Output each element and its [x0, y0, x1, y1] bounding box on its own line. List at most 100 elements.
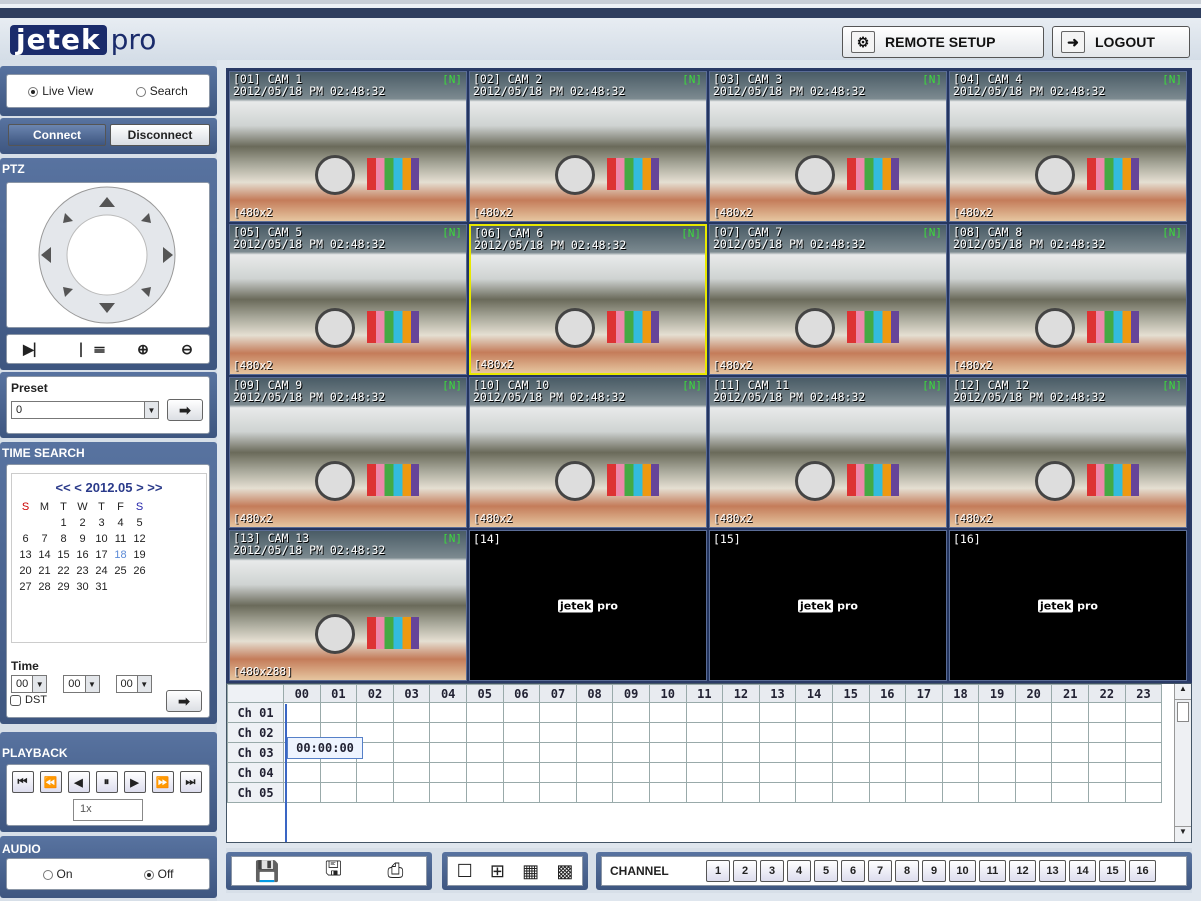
hour-select[interactable]: 00 ▼ [11, 675, 48, 693]
channel-button-16[interactable]: 16 [1129, 860, 1156, 882]
live-view-radio[interactable]: Live View [28, 84, 93, 98]
calendar-day[interactable]: 2 [73, 517, 92, 529]
layout-4-icon[interactable]: ⊞ [490, 861, 505, 882]
timeline-cell[interactable] [1051, 742, 1090, 763]
empty-camera-tile[interactable]: [15] jetek pro [709, 530, 947, 681]
timeline-cell[interactable] [612, 762, 650, 783]
timeline-cell[interactable] [1014, 782, 1053, 803]
channel-button-1[interactable]: 1 [706, 860, 730, 882]
timeline-cell[interactable] [978, 762, 1016, 783]
calendar-day[interactable]: 25 [111, 565, 130, 577]
timeline-cell[interactable] [502, 742, 541, 763]
dst-checkbox[interactable]: DST [10, 694, 47, 706]
timeline-cell[interactable] [758, 722, 797, 743]
timeline[interactable]: 00 01 02 03 04 05 06 07 08 09 10 11 12 13 14 15 16 17 18 19… [226, 683, 1192, 843]
empty-camera-tile[interactable]: [14] jetek pro [469, 530, 707, 681]
calendar-day[interactable]: 5 [130, 517, 149, 529]
channel-button-14[interactable]: 14 [1069, 860, 1096, 882]
camera-tile[interactable]: [03] CAM 3 2012/05/18 PM 02:48:32 [N] [480x… [709, 71, 947, 222]
timeline-cell[interactable] [392, 782, 431, 803]
timeline-cell[interactable] [978, 702, 1016, 723]
channel-button-11[interactable]: 11 [979, 860, 1006, 882]
timeline-cell[interactable] [356, 762, 394, 783]
timeline-cell[interactable] [1088, 722, 1126, 743]
timeline-cell[interactable] [392, 722, 431, 743]
timeline-cell[interactable] [575, 782, 614, 803]
timeline-cell[interactable] [795, 742, 833, 763]
camera-tile[interactable]: [12] CAM 12 2012/05/18 PM 02:48:32 [N] [480… [949, 377, 1187, 528]
camera-tile[interactable]: [10] CAM 10 2012/05/18 PM 02:48:32 [N] [480… [469, 377, 707, 528]
timeline-cursor-line[interactable] [285, 704, 287, 842]
calendar-day[interactable]: 15 [54, 549, 73, 561]
timeline-cell[interactable] [941, 702, 980, 723]
save-as-icon[interactable]: 🖫 [325, 854, 342, 888]
scroll-down-icon[interactable]: ▼ [1175, 826, 1191, 842]
timeline-cell[interactable] [502, 762, 541, 783]
timeline-cell[interactable] [1124, 742, 1163, 763]
calendar-day[interactable]: 17 [92, 549, 111, 561]
rewind-icon[interactable]: ⏪ [39, 771, 62, 793]
timeline-cell[interactable] [392, 702, 431, 723]
timeline-cell[interactable] [722, 722, 760, 743]
timeline-cell[interactable] [978, 742, 1016, 763]
print-icon[interactable]: ⎙ [387, 860, 403, 883]
pause-icon[interactable]: ⏸ [95, 771, 118, 793]
channel-button-2[interactable]: 2 [733, 860, 757, 882]
timeline-cell[interactable] [1088, 742, 1126, 763]
timeline-cell[interactable] [868, 762, 907, 783]
timeline-cell[interactable] [429, 722, 467, 743]
timeline-cell[interactable] [758, 782, 797, 803]
timeline-cell[interactable] [905, 762, 943, 783]
timeline-cell[interactable] [978, 722, 1016, 743]
scroll-up-icon[interactable]: ▲ [1175, 684, 1191, 700]
timeline-cell[interactable] [319, 762, 358, 783]
timeline-cell[interactable] [905, 782, 943, 803]
timeline-cell[interactable] [941, 782, 980, 803]
channel-button-3[interactable]: 3 [760, 860, 784, 882]
scroll-thumb[interactable] [1177, 702, 1189, 722]
timeline-cell[interactable] [1014, 762, 1053, 783]
timeline-cell[interactable] [795, 762, 833, 783]
timeline-cell[interactable] [1124, 762, 1163, 783]
timeline-cell[interactable] [758, 762, 797, 783]
timeline-cell[interactable] [539, 742, 577, 763]
connect-button[interactable]: Connect [8, 124, 106, 146]
calendar-day[interactable]: 7 [35, 533, 54, 545]
timeline-cell[interactable] [1088, 762, 1126, 783]
calendar-day[interactable]: 1 [54, 517, 73, 529]
calendar-day[interactable]: 21 [35, 565, 54, 577]
timeline-cell[interactable] [575, 702, 614, 723]
timeline-cell[interactable] [978, 782, 1016, 803]
calendar-day[interactable]: 14 [35, 549, 54, 561]
timeline-cell[interactable] [612, 742, 650, 763]
timeline-cell[interactable] [685, 702, 724, 723]
timeline-cell[interactable] [356, 782, 394, 803]
calendar-day[interactable]: 28 [35, 581, 54, 593]
timeline-cell[interactable] [758, 742, 797, 763]
channel-button-5[interactable]: 5 [814, 860, 838, 882]
timeline-cell[interactable] [831, 782, 870, 803]
camera-tile[interactable]: [01] CAM 1 2012/05/18 PM 02:48:32 [N] [480x… [229, 71, 467, 222]
camera-tile[interactable]: [06] CAM 6 2012/05/18 PM 02:48:32 [N] [480x… [469, 224, 707, 375]
zoom-in-icon[interactable]: ⊕ [137, 341, 149, 358]
timeline-cell[interactable] [429, 782, 467, 803]
timeline-cell[interactable] [648, 762, 687, 783]
timeline-cell[interactable] [685, 722, 724, 743]
calendar-day[interactable]: 31 [92, 581, 111, 593]
camera-tile[interactable]: [08] CAM 8 2012/05/18 PM 02:48:32 [N] [480x… [949, 224, 1187, 375]
timeline-cell[interactable] [539, 782, 577, 803]
camera-tile[interactable]: [07] CAM 7 2012/05/18 PM 02:48:32 [N] [480x… [709, 224, 947, 375]
timeline-cell[interactable] [502, 782, 541, 803]
camera-tile[interactable]: [05] CAM 5 2012/05/18 PM 02:48:32 [N] [480x… [229, 224, 467, 375]
time-search-go-button[interactable]: ➡ [166, 690, 202, 712]
calendar-month-nav[interactable]: << < 2012.05 > >> [16, 480, 202, 495]
timeline-cell[interactable] [722, 702, 760, 723]
calendar-day[interactable]: 20 [16, 565, 35, 577]
channel-button-8[interactable]: 8 [895, 860, 919, 882]
timeline-cell[interactable] [612, 782, 650, 803]
timeline-cell[interactable] [319, 702, 358, 723]
second-select[interactable]: 00 ▼ [115, 675, 152, 693]
audio-off-radio[interactable]: Off [143, 867, 173, 881]
timeline-cell[interactable] [319, 782, 358, 803]
timeline-cell[interactable] [1014, 742, 1053, 763]
